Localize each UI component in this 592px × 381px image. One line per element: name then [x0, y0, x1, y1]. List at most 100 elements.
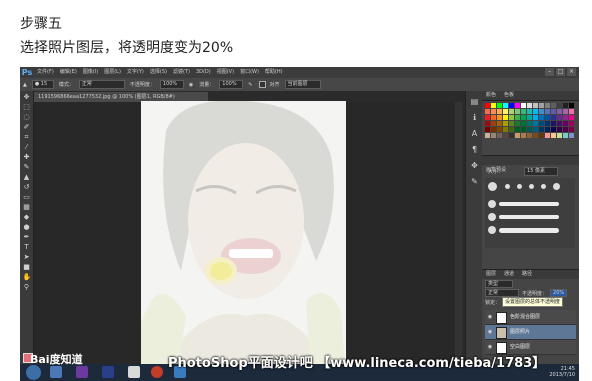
brush-tip-soft[interactable]: [553, 183, 560, 190]
start-button-icon[interactable]: [26, 365, 41, 380]
color-swatch[interactable]: [491, 115, 496, 120]
color-swatch[interactable]: [527, 115, 532, 120]
color-swatch[interactable]: [569, 103, 574, 108]
color-swatch[interactable]: [503, 133, 508, 138]
color-swatch[interactable]: [503, 115, 508, 120]
tab-channels[interactable]: 通道: [500, 270, 518, 279]
menu-view[interactable]: 视图(V): [214, 67, 237, 78]
brush-size-field[interactable]: 15 像素: [524, 166, 559, 176]
color-swatch[interactable]: [569, 133, 574, 138]
color-swatch[interactable]: [533, 103, 538, 108]
blend-mode-select[interactable]: 正常: [485, 289, 519, 297]
mode-select[interactable]: 正常: [78, 80, 125, 89]
color-swatch[interactable]: [545, 103, 550, 108]
brush-tip-round[interactable]: [488, 226, 496, 234]
app-taskbar-icon[interactable]: [128, 366, 140, 378]
brush-tip-small[interactable]: [529, 184, 534, 189]
menu-window[interactable]: 窗口(W): [237, 67, 262, 78]
system-clock[interactable]: 21:45 2013/7/10: [549, 366, 575, 378]
brush-tip-small[interactable]: [505, 184, 510, 189]
color-swatch[interactable]: [539, 127, 544, 132]
color-swatch[interactable]: [551, 115, 556, 120]
brush-tip-round[interactable]: [488, 200, 496, 208]
menu-3d[interactable]: 3D(D): [193, 67, 214, 78]
brush-presets-list[interactable]: [485, 178, 575, 248]
pressure-opacity-icon[interactable]: ◉: [189, 82, 193, 88]
paragraph-panel-icon[interactable]: ¶: [469, 144, 480, 155]
color-swatch[interactable]: [563, 103, 568, 108]
quick-select-tool-icon[interactable]: ✐: [23, 123, 31, 131]
color-swatch[interactable]: [491, 121, 496, 126]
character-panel-icon[interactable]: A: [469, 128, 480, 139]
color-swatch[interactable]: [491, 109, 496, 114]
color-swatch[interactable]: [497, 127, 502, 132]
color-swatch[interactable]: [497, 115, 502, 120]
layer-opacity-field[interactable]: 20%: [550, 289, 568, 297]
browser-taskbar-icon[interactable]: [151, 366, 163, 378]
color-swatch[interactable]: [557, 121, 562, 126]
crop-tool-icon[interactable]: ⌗: [23, 133, 31, 141]
sample-select[interactable]: 当前图层: [284, 80, 321, 89]
color-swatch[interactable]: [497, 103, 502, 108]
dodge-tool-icon[interactable]: ●: [23, 223, 31, 231]
menu-type[interactable]: 文字(Y): [124, 67, 147, 78]
color-swatch[interactable]: [539, 133, 544, 138]
color-swatch[interactable]: [533, 121, 538, 126]
menu-file[interactable]: 文件(F): [34, 67, 57, 78]
shape-tool-icon[interactable]: ■: [23, 263, 31, 271]
brush-tip-small[interactable]: [541, 184, 546, 189]
color-swatch[interactable]: [569, 115, 574, 120]
type-tool-icon[interactable]: T: [23, 243, 31, 251]
color-swatch[interactable]: [569, 121, 574, 126]
color-swatch[interactable]: [509, 127, 514, 132]
tool-presets-icon[interactable]: ✥: [469, 160, 480, 171]
color-swatch[interactable]: [569, 127, 574, 132]
color-swatch[interactable]: [509, 103, 514, 108]
color-swatch[interactable]: [521, 133, 526, 138]
path-select-tool-icon[interactable]: ➤: [23, 253, 31, 261]
brush-tip-small[interactable]: [517, 184, 522, 189]
color-swatch[interactable]: [515, 115, 520, 120]
menu-help[interactable]: 帮助(H): [262, 67, 286, 78]
color-swatch[interactable]: [515, 109, 520, 114]
color-swatch[interactable]: [509, 115, 514, 120]
color-swatch[interactable]: [509, 133, 514, 138]
color-swatch[interactable]: [545, 133, 550, 138]
explorer-taskbar-icon[interactable]: [50, 366, 62, 378]
tab-swatches[interactable]: 色板: [500, 91, 518, 100]
color-swatch[interactable]: [539, 121, 544, 126]
layer-row-selected[interactable]: ◉ 图层照片: [485, 325, 576, 340]
lasso-tool-icon[interactable]: ◌: [23, 113, 31, 121]
color-swatch[interactable]: [563, 121, 568, 126]
color-swatch[interactable]: [551, 121, 556, 126]
history-brush-tool-icon[interactable]: ↺: [23, 183, 31, 191]
tab-layers[interactable]: 图层: [482, 270, 500, 279]
airbrush-icon[interactable]: ✎: [248, 82, 252, 88]
color-swatch[interactable]: [563, 133, 568, 138]
layer-kind-select[interactable]: 类型: [485, 280, 513, 288]
color-swatch[interactable]: [503, 109, 508, 114]
visibility-eye-icon[interactable]: ◉: [487, 314, 493, 320]
history-panel-icon[interactable]: ▤: [469, 96, 480, 107]
menu-filter[interactable]: 滤镜(T): [170, 67, 193, 78]
zoom-tool-icon[interactable]: ⚲: [23, 283, 31, 291]
opacity-field[interactable]: 100%: [159, 80, 184, 89]
color-swatch[interactable]: [521, 121, 526, 126]
color-swatch[interactable]: [557, 103, 562, 108]
color-swatch[interactable]: [533, 127, 538, 132]
color-swatch[interactable]: [557, 127, 562, 132]
minimize-button[interactable]: –: [545, 68, 554, 76]
color-swatch[interactable]: [503, 127, 508, 132]
color-swatch[interactable]: [485, 115, 490, 120]
layer-row[interactable]: ◉ 色阶混合图层: [485, 310, 576, 325]
player-taskbar-icon[interactable]: [76, 366, 88, 378]
color-swatch[interactable]: [551, 127, 556, 132]
color-swatch[interactable]: [491, 103, 496, 108]
color-swatch[interactable]: [545, 115, 550, 120]
flow-field[interactable]: 100%: [219, 80, 244, 89]
color-swatch[interactable]: [545, 109, 550, 114]
move-tool-icon[interactable]: ✥: [23, 93, 31, 101]
aligned-checkbox[interactable]: [259, 81, 267, 88]
swatch-grid[interactable]: [485, 103, 575, 147]
color-swatch[interactable]: [527, 103, 532, 108]
